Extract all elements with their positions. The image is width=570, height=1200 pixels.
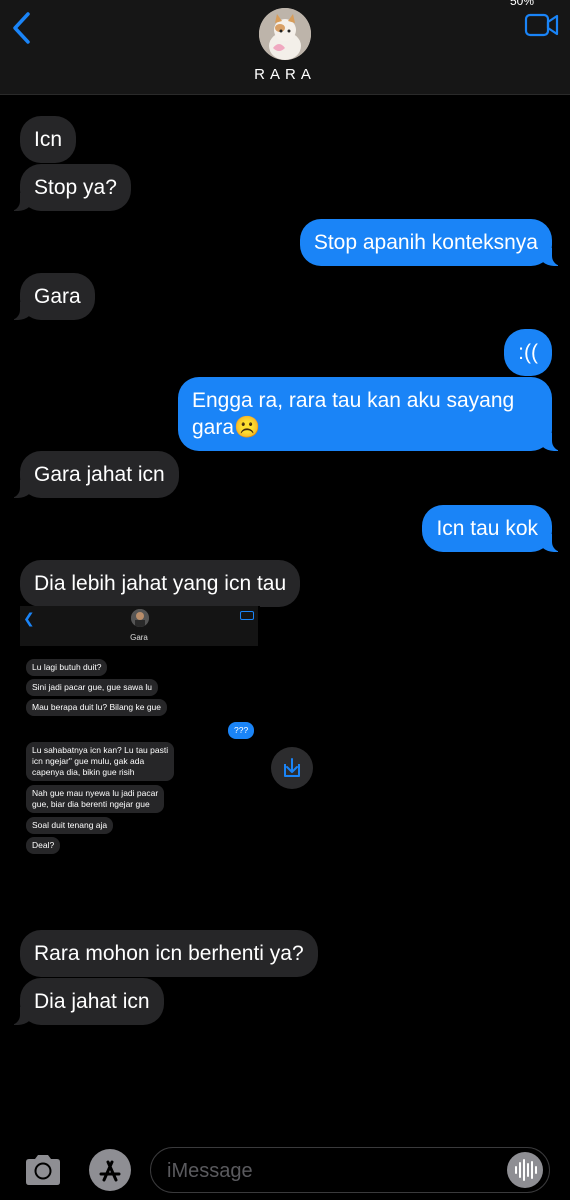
attachment-message: Deal? [26,837,61,854]
attachment-contact-name: Gara [130,633,148,642]
voice-waveform-icon [515,1159,537,1181]
attachment-message: Soal duit tenang aja [26,817,114,834]
cat-photo-icon [259,8,311,60]
attachment-message: Nah gue mau nyewa lu jadi pacar gue, bia… [26,785,165,813]
message-bubble-incoming[interactable]: Gara jahat icn [10,451,179,498]
attachment-message-outgoing: ??? [228,722,255,739]
app-store-icon [99,1160,121,1182]
message-bubble-incoming[interactable]: Stop ya? [10,164,131,211]
attachment-message: Mau berapa duit lu? Bilang ke gue [26,699,168,716]
message-bubble-outgoing[interactable]: :(( [504,329,552,376]
share-button[interactable] [271,747,313,789]
message-bubble-incoming[interactable]: Gara [10,273,95,320]
camera-icon [26,1155,60,1185]
message-bubble-outgoing[interactable]: Engga ra, rara tau kan aku sayang gara☹️ [178,377,562,451]
app-store-button[interactable] [89,1149,131,1191]
contact-avatar[interactable] [259,8,311,60]
message-bubble-incoming[interactable]: Dia jahat icn [10,978,164,1025]
attachment-avatar [131,609,149,627]
contact-name[interactable]: RARA [0,66,570,83]
message-bubble-outgoing[interactable]: Stop apanih konteksnya [299,219,563,266]
image-attachment[interactable]: ❮ Gara Lu lagi butuh duit? Sini jadi pac… [20,606,260,860]
message-bubble-incoming[interactable]: Icn [20,116,77,163]
chevron-left-icon: ❮ [23,610,35,626]
video-camera-icon [240,611,254,620]
message-bubble-incoming[interactable]: Dia lebih jahat yang icn tau [20,560,301,607]
person-photo-icon [131,609,149,627]
conversation-header: 50% RARA [0,0,570,95]
video-call-button[interactable] [524,12,560,38]
message-input-placeholder: iMessage [167,1160,253,1182]
back-button[interactable] [8,10,38,46]
message-bubble-outgoing[interactable]: Icn tau kok [422,505,562,552]
attachment-header: ❮ Gara [20,606,258,646]
chevron-left-icon [13,12,30,44]
message-bubble-incoming[interactable]: Rara mohon icn berhenti ya? [20,930,318,977]
attachment-message: Lu lagi butuh duit? [26,659,108,676]
voice-message-button[interactable] [507,1152,543,1188]
attachment-message: Sini jadi pacar gue, gue sawa lu [26,679,159,696]
message-input[interactable]: iMessage [150,1147,550,1193]
camera-button[interactable] [22,1150,64,1190]
attachment-message: Lu sahabatnya icn kan? Lu tau pasti icn … [26,742,175,781]
video-camera-icon [524,13,559,37]
status-bar-battery: 50% [509,0,534,8]
share-arrow-icon [284,758,300,777]
